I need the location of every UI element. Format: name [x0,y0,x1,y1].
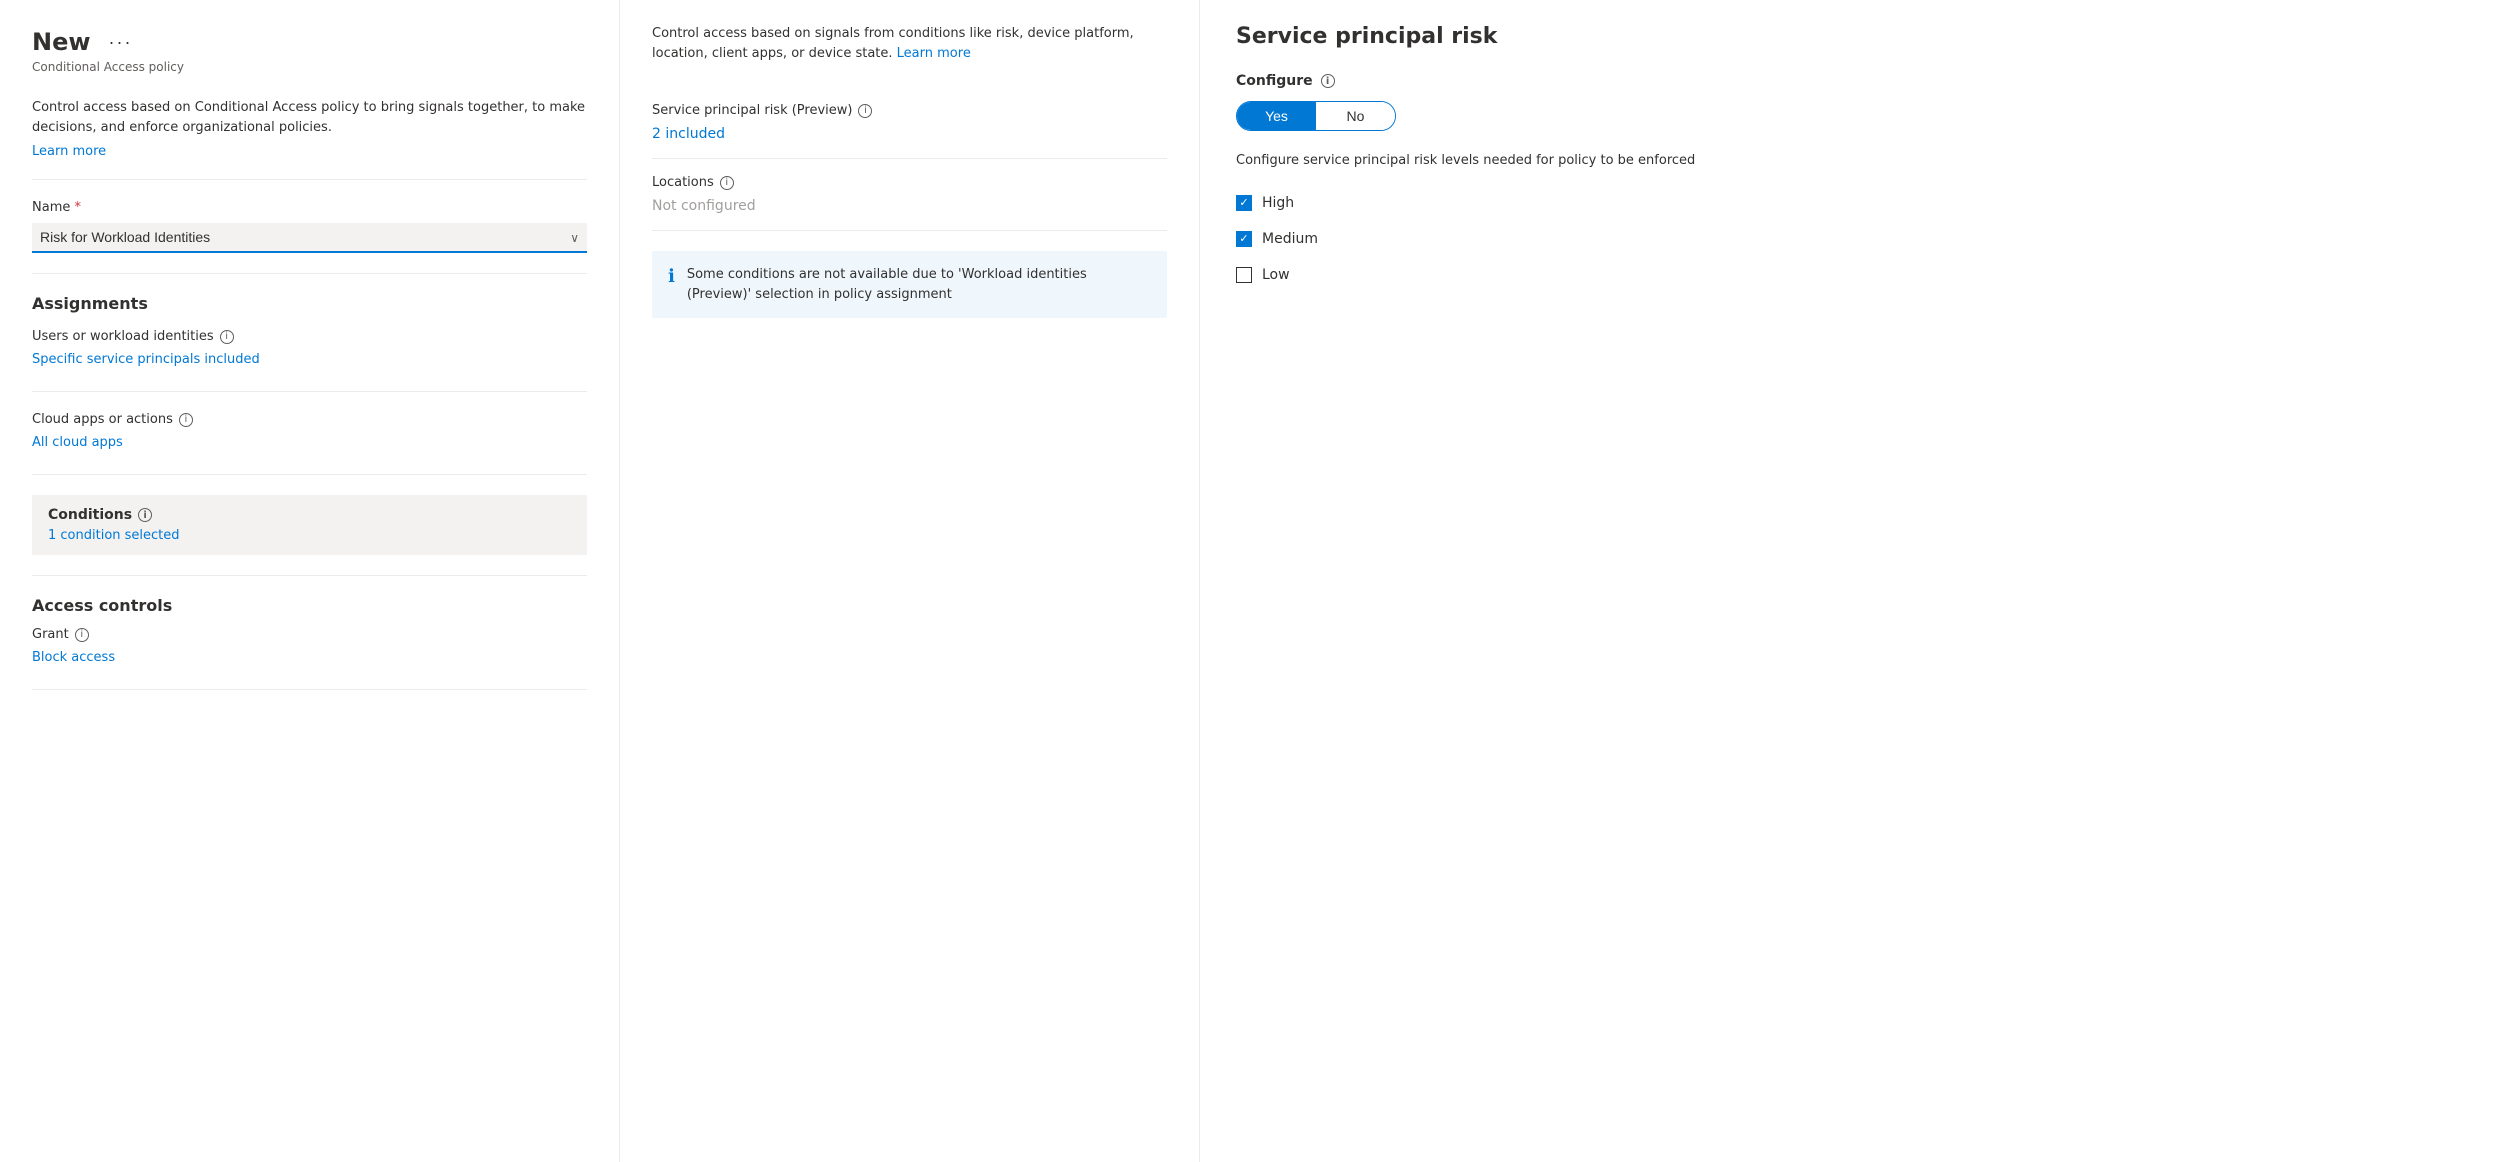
yes-toggle-button[interactable]: Yes [1237,102,1316,130]
locations-info-icon[interactable]: i [720,176,734,190]
ellipsis-button[interactable]: ··· [103,30,139,55]
name-input[interactable] [32,223,587,253]
divider-2 [32,273,587,274]
page-title-area: New ··· [32,28,587,56]
grant-label-row: Grant i [32,627,587,642]
checkbox-high[interactable] [1236,195,1252,211]
locations-title: Locations i [652,175,1167,190]
name-label: Name * [32,200,587,215]
divider-4 [32,474,587,475]
grant-label-text: Grant [32,627,69,642]
service-principal-risk-value[interactable]: 2 included [652,126,725,142]
checkbox-item-low[interactable]: Low [1236,267,2466,283]
divider-3 [32,391,587,392]
configure-label-row: Configure i [1236,73,2466,89]
conditions-count: 1 condition selected [48,528,180,543]
divider-1 [32,179,587,180]
grant-value-link[interactable]: Block access [32,646,587,669]
users-value-link[interactable]: Specific service principals included [32,348,587,371]
locations-value[interactable]: Not configured [652,198,756,214]
name-input-wrapper: ∨ [32,223,587,253]
users-label-row: Users or workload identities i [32,329,587,344]
configure-label-text: Configure [1236,73,1313,89]
info-circle-icon: ℹ [668,266,675,287]
middle-description: Control access based on signals from con… [652,24,1167,63]
checkbox-low[interactable] [1236,267,1252,283]
left-learn-more-link[interactable]: Learn more [32,144,106,159]
configure-info-icon[interactable]: i [1321,74,1335,88]
right-panel: Service principal risk Configure i Yes N… [1200,0,2502,1162]
divider-5 [32,575,587,576]
assignments-heading: Assignments [32,294,587,313]
cloud-apps-label-row: Cloud apps or actions i [32,412,587,427]
page-subtitle: Conditional Access policy [32,60,587,74]
checkbox-label-medium: Medium [1262,231,1318,247]
conditions-heading-text: Conditions [48,507,132,523]
service-principal-risk-row[interactable]: Service principal risk (Preview) i 2 inc… [652,87,1167,159]
users-label-text: Users or workload identities [32,329,214,344]
checkbox-item-high[interactable]: High [1236,195,2466,211]
middle-learn-more-link[interactable]: Learn more [897,46,971,61]
info-box: ℹ Some conditions are not available due … [652,251,1167,318]
info-box-text: Some conditions are not available due to… [687,265,1151,304]
no-toggle-button[interactable]: No [1316,102,1395,130]
left-panel: New ··· Conditional Access policy Contro… [0,0,620,1162]
checkbox-label-low: Low [1262,267,1290,283]
risk-level-checkboxes: High Medium Low [1236,195,2466,283]
configure-description: Configure service principal risk levels … [1236,151,2466,171]
service-principal-risk-title: Service principal risk (Preview) i [652,103,1167,118]
right-panel-title: Service principal risk [1236,24,2466,49]
users-info-icon[interactable]: i [220,330,234,344]
divider-6 [32,689,587,690]
service-principal-risk-info-icon[interactable]: i [858,104,872,118]
conditions-block[interactable]: Conditions i 1 condition selected [32,495,587,555]
cloud-apps-label-text: Cloud apps or actions [32,412,173,427]
page-title-text: New [32,28,91,56]
left-description: Control access based on Conditional Acce… [32,98,587,137]
access-controls-heading: Access controls [32,596,587,615]
checkbox-item-medium[interactable]: Medium [1236,231,2466,247]
middle-panel: Control access based on signals from con… [620,0,1200,1162]
cloud-apps-value-link[interactable]: All cloud apps [32,431,587,454]
cloud-apps-info-icon[interactable]: i [179,413,193,427]
required-marker: * [75,200,82,215]
conditions-info-icon[interactable]: i [138,508,152,522]
grant-info-icon[interactable]: i [75,628,89,642]
yes-no-toggle[interactable]: Yes No [1236,101,1396,131]
conditions-heading-row: Conditions i [48,507,571,523]
checkbox-medium[interactable] [1236,231,1252,247]
chevron-down-icon: ∨ [570,231,579,245]
checkbox-label-high: High [1262,195,1294,211]
locations-row[interactable]: Locations i Not configured [652,159,1167,231]
